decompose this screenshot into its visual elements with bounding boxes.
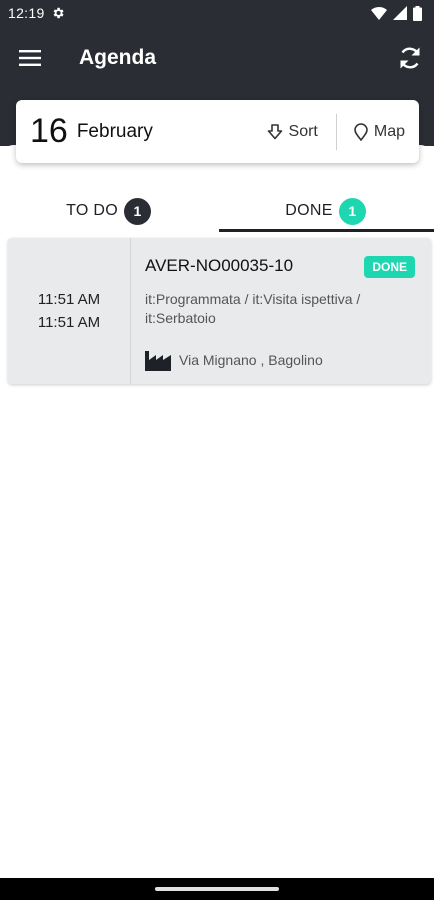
status-badge: DONE (364, 256, 415, 278)
date-actions: Sort Map (266, 113, 405, 150)
date-header-card: 16 February Sort Map (16, 100, 419, 163)
appointment-end-time: 11:51 AM (37, 314, 101, 331)
sort-label: Sort (288, 122, 318, 140)
tab-todo-count-badge: 1 (123, 197, 151, 225)
map-button[interactable]: Map (353, 123, 405, 141)
status-icons (371, 5, 422, 21)
factory-icon (145, 351, 171, 371)
battery-icon (413, 5, 422, 21)
actions-divider (335, 113, 337, 150)
tab-bar: TO DO 1 DONE 1 (0, 190, 434, 232)
appointment-body: AVER-NO00035-10 DONE it:Programmata / it… (131, 238, 431, 384)
status-time: 12:19 (8, 5, 45, 21)
date-month: February (76, 120, 153, 142)
tab-todo[interactable]: TO DO 1 (0, 190, 217, 232)
appointment-types: it:Programmata / it:Visita ispettiva / i… (145, 290, 417, 328)
appointment-card[interactable]: 11:51 AM 11:51 AM AVER-NO00035-10 DONE i… (8, 238, 431, 384)
tab-todo-label: TO DO (66, 202, 118, 219)
system-navigation-bar (0, 878, 434, 900)
appointment-types-line2: it:Serbatoio (145, 310, 216, 326)
tab-done[interactable]: DONE 1 (217, 190, 434, 232)
signal-icon (393, 6, 407, 20)
wifi-icon (371, 7, 387, 20)
sort-button[interactable]: Sort (266, 123, 318, 141)
menu-icon[interactable] (18, 46, 42, 70)
refresh-icon[interactable] (396, 44, 424, 72)
tab-done-label: DONE (285, 202, 333, 219)
appointment-times: 11:51 AM 11:51 AM (8, 238, 131, 384)
page-title: Agenda (79, 46, 157, 69)
status-bar: 12:19 (0, 0, 434, 26)
appointment-start-time: 11:51 AM (37, 291, 101, 308)
tab-done-count-badge: 1 (338, 197, 366, 225)
settings-icon (53, 7, 64, 19)
date-day: 16 (30, 112, 68, 150)
home-gesture-handle[interactable] (155, 887, 279, 891)
appointment-location: Via Mignano , Bagolino (145, 349, 323, 371)
sort-arrow-icon (267, 123, 282, 139)
map-pin-icon (354, 122, 368, 141)
appointment-types-line1: it:Programmata / it:Visita ispettiva / (145, 291, 361, 307)
map-label: Map (373, 122, 405, 140)
appointment-location-text: Via Mignano , Bagolino (179, 352, 323, 368)
